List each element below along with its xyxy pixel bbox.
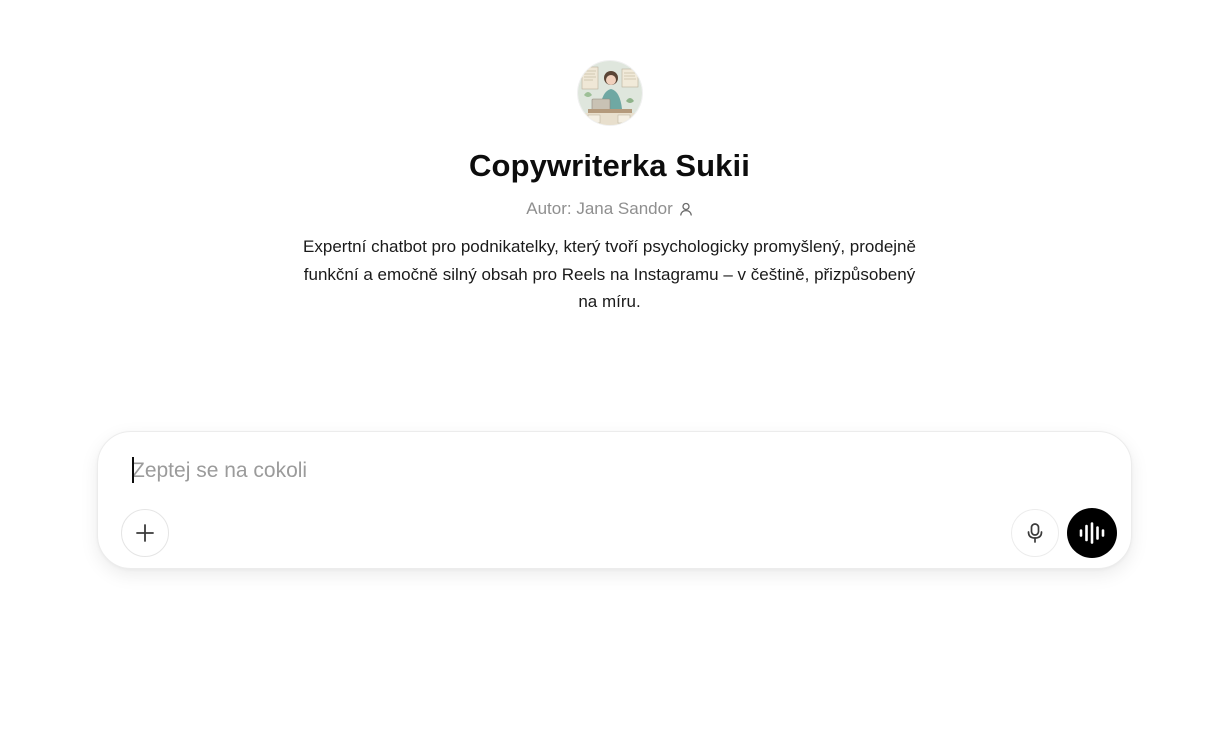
author-label: Autor: Jana Sandor (526, 199, 673, 218)
add-attachment-button[interactable] (121, 509, 169, 557)
text-caret (132, 457, 134, 483)
gpt-author[interactable]: Autor: Jana Sandor (526, 197, 692, 221)
person-icon (679, 202, 693, 216)
microphone-icon (1027, 523, 1043, 543)
prompt-composer (97, 431, 1132, 569)
plus-icon (136, 524, 154, 542)
voice-waveform-icon (1079, 522, 1105, 544)
gpt-description: Expertní chatbot pro podnikatelky, který… (303, 237, 916, 311)
gpt-avatar (577, 61, 642, 125)
gpt-landing-page: Copywriterka Sukii Autor: Jana Sandor Ex… (0, 0, 1219, 754)
gpt-title: Copywriterka Sukii (469, 148, 750, 183)
illustration-woman-writing-avatar (577, 61, 642, 125)
dictate-button[interactable] (1011, 509, 1059, 557)
voice-mode-button[interactable] (1067, 508, 1117, 558)
gpt-header: Copywriterka Sukii Autor: Jana Sandor Ex… (0, 61, 1219, 316)
prompt-input[interactable] (132, 454, 1032, 488)
